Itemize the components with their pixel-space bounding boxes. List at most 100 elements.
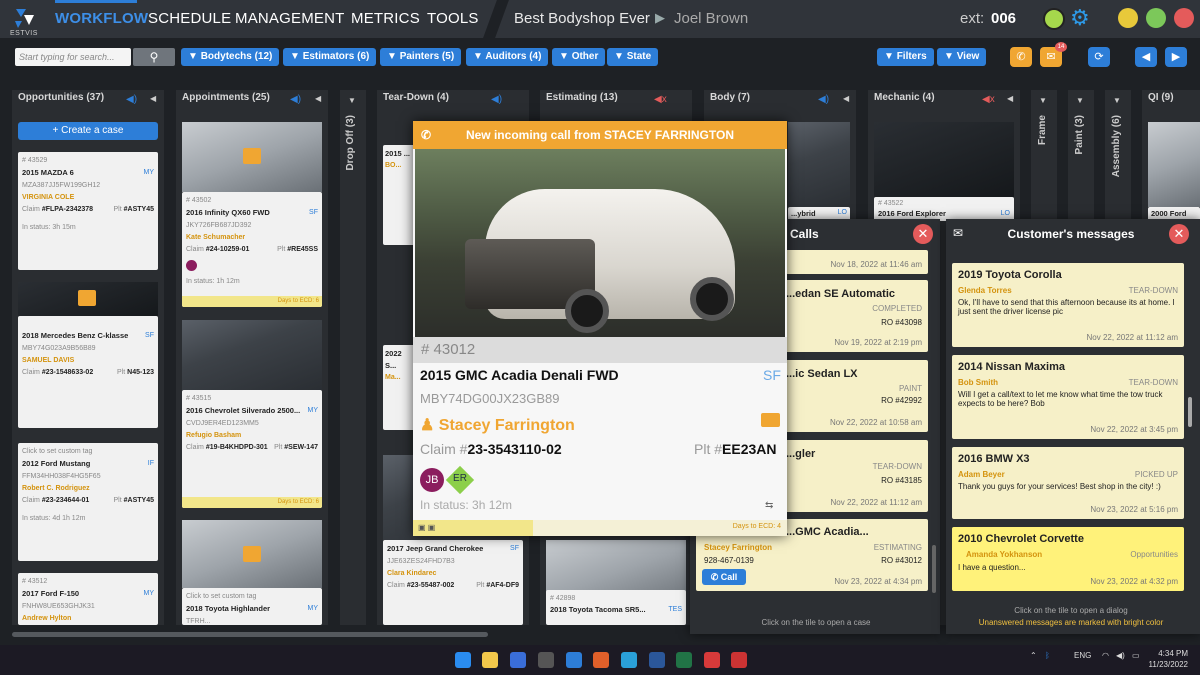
- filter-other[interactable]: ▼ Other: [552, 48, 606, 66]
- filter-state[interactable]: ▼ State: [607, 48, 659, 66]
- speaker-icon[interactable]: ◀): [290, 94, 301, 105]
- speaker-muted-icon[interactable]: ◀x: [982, 94, 995, 105]
- custom-tag-note[interactable]: Click to set custom tag: [186, 591, 318, 603]
- message-tile[interactable]: 2014 Nissan Maxima Bob Smith TEAR-DOWN W…: [952, 355, 1184, 439]
- case-card[interactable]: # 43522 2016 Ford Explorer LO: [874, 197, 1014, 221]
- close-calls-button[interactable]: ✕: [913, 224, 933, 244]
- horizontal-scrollbar[interactable]: [12, 632, 488, 637]
- search-icon[interactable]: ⚲: [133, 48, 175, 66]
- refresh-icon[interactable]: ⟳: [1088, 47, 1110, 67]
- expand-arrow-icon[interactable]: ▼: [348, 96, 356, 105]
- speaker-icon[interactable]: ◀): [126, 94, 137, 105]
- file-explorer-icon[interactable]: [482, 652, 498, 668]
- shop-name[interactable]: Best Bodyshop Ever: [514, 10, 650, 27]
- volume-icon[interactable]: ◀): [1116, 651, 1125, 660]
- close-window-button[interactable]: [1174, 8, 1194, 28]
- maximize-button[interactable]: [1146, 8, 1166, 28]
- phone-icon[interactable]: ✆: [1010, 47, 1032, 67]
- app-red-icon[interactable]: [704, 652, 720, 668]
- case-card[interactable]: # 43515 2016 Chevrolet Silverado 2500...…: [182, 390, 322, 508]
- expand-arrow-icon[interactable]: ▼: [1113, 96, 1121, 105]
- case-tag: MY: [143, 169, 155, 176]
- message-state: TEAR-DOWN: [1128, 378, 1178, 387]
- message-tile[interactable]: 2019 Toyota Corolla Glenda Torres TEAR-D…: [952, 263, 1184, 347]
- case-card[interactable]: # 43512 2017 Ford F-150 MY FNHW8UE653GHJK…: [18, 573, 158, 625]
- estvis-app-icon[interactable]: [566, 652, 582, 668]
- speaker-icon[interactable]: ◀): [818, 94, 829, 105]
- nav-workflow[interactable]: WORKFLOW: [55, 10, 148, 27]
- tray-chevron-icon[interactable]: ⌃: [1030, 651, 1037, 660]
- vehicle-name: 2018 Toyota Tacoma SR5...: [550, 605, 646, 614]
- clock-date[interactable]: 11/23/2022: [1146, 660, 1188, 669]
- messages-scrollbar[interactable]: [1188, 397, 1192, 427]
- envelope-icon: ✉: [953, 226, 964, 240]
- message-sender: Glenda Torres: [958, 286, 1012, 295]
- incoming-call-dialog[interactable]: ✆ New incoming call from STACEY FARRINGTO…: [413, 121, 787, 536]
- speaker-muted-icon[interactable]: ◀x: [654, 94, 667, 105]
- case-card[interactable]: 2017 Jeep Grand Cherokee SF JJE63ZES24FHD…: [383, 540, 523, 625]
- app-icon[interactable]: [538, 652, 554, 668]
- nav-tools[interactable]: TOOLS: [427, 10, 479, 27]
- avatar[interactable]: JB: [420, 468, 444, 492]
- collapse-arrow-icon[interactable]: ◀: [150, 94, 156, 103]
- avatar-badge[interactable]: ER: [449, 473, 471, 484]
- word-icon[interactable]: [649, 652, 665, 668]
- filter-bodytechs[interactable]: ▼ Bodytechs (12): [181, 48, 280, 66]
- case-card[interactable]: # 43502 2016 Infinity QX60 FWD SF JKY726F…: [182, 192, 322, 307]
- phone-status-icon[interactable]: [1043, 8, 1065, 30]
- filter-painters[interactable]: ▼ Painters (5): [380, 48, 462, 66]
- collapse-arrow-icon[interactable]: ◀: [1007, 94, 1013, 103]
- case-card[interactable]: Click to set custom tag 2012 Ford Mustan…: [18, 443, 158, 561]
- case-card[interactable]: Click to set custom tag 2018 Toyota High…: [182, 588, 322, 625]
- message-icon[interactable]: [761, 413, 780, 427]
- vin: TFRH...: [186, 618, 211, 625]
- excel-icon[interactable]: [676, 652, 692, 668]
- collapse-arrow-icon[interactable]: ◀: [315, 94, 321, 103]
- close-messages-button[interactable]: ✕: [1169, 224, 1189, 244]
- bluetooth-icon[interactable]: ᛒ: [1045, 651, 1050, 660]
- settings-gear-icon[interactable]: ⚙: [1070, 5, 1090, 31]
- vehicle-name: 2015 ...: [385, 149, 411, 158]
- nav-schedule[interactable]: SCHEDULE: [148, 10, 231, 27]
- clock-time[interactable]: 4:34 PM: [1156, 649, 1188, 658]
- language-indicator[interactable]: ENG: [1074, 651, 1091, 660]
- call-button[interactable]: ✆ Call: [702, 569, 746, 585]
- minimize-button[interactable]: [1118, 8, 1138, 28]
- nav-management[interactable]: MANAGEMENT: [235, 10, 345, 27]
- case-card[interactable]: # 43529 2015 MAZDA 6 MY MZA387JJ5FW199GH1…: [18, 152, 158, 270]
- battery-icon[interactable]: ▭: [1132, 651, 1140, 660]
- user-name[interactable]: Joel Brown: [674, 10, 748, 27]
- wifi-icon[interactable]: ◠: [1102, 651, 1109, 660]
- filters-button[interactable]: ▼ Filters: [877, 48, 934, 66]
- case-card[interactable]: 2018 Mercedes Benz C-klasse SF MBY74G023A…: [18, 316, 158, 428]
- firefox-icon[interactable]: [593, 652, 609, 668]
- search-input[interactable]: Start typing for search...: [15, 48, 131, 66]
- filter-auditors[interactable]: ▼ Auditors (4): [466, 48, 549, 66]
- message-tile-unanswered[interactable]: 2010 Chevrolet Corvette Amanda Yokhanson…: [952, 527, 1184, 591]
- filter-estimators[interactable]: ▼ Estimators (6): [283, 48, 377, 66]
- case-number: # 43529: [22, 157, 48, 164]
- claim-number: #23-234644-01: [41, 497, 90, 504]
- speaker-icon[interactable]: ◀): [491, 94, 502, 105]
- collapse-arrow-icon[interactable]: ◀: [843, 94, 849, 103]
- prev-arrow-icon[interactable]: ◀: [1135, 47, 1157, 67]
- case-card[interactable]: 2022 S... Ma...: [383, 345, 415, 430]
- save-app-icon[interactable]: [510, 652, 526, 668]
- expand-arrow-icon[interactable]: ▼: [1039, 96, 1047, 105]
- custom-tag-note[interactable]: Click to set custom tag: [22, 446, 154, 458]
- windows-start-icon[interactable]: [455, 652, 471, 668]
- expand-arrow-icon[interactable]: ▼: [1076, 96, 1084, 105]
- case-card[interactable]: 2015 ... BO...: [383, 145, 415, 245]
- next-arrow-icon[interactable]: ▶: [1165, 47, 1187, 67]
- vin: FNHW8UE653GHJK31: [22, 603, 95, 610]
- nav-metrics[interactable]: METRICS: [351, 10, 420, 27]
- vehicle-name: ...ybrid: [791, 209, 816, 218]
- create-case-button[interactable]: + Create a case: [18, 122, 158, 140]
- http-app-icon[interactable]: [731, 652, 747, 668]
- calls-scrollbar[interactable]: [932, 545, 936, 593]
- message-tile[interactable]: 2016 BMW X3 Adam Beyer PICKED UP Thank y…: [952, 447, 1184, 519]
- case-card[interactable]: # 42898 2018 Toyota Tacoma SR5... TES: [546, 590, 686, 625]
- transfer-icon[interactable]: ⇆: [765, 500, 773, 511]
- telegram-icon[interactable]: [621, 652, 637, 668]
- view-button[interactable]: ▼ View: [937, 48, 987, 66]
